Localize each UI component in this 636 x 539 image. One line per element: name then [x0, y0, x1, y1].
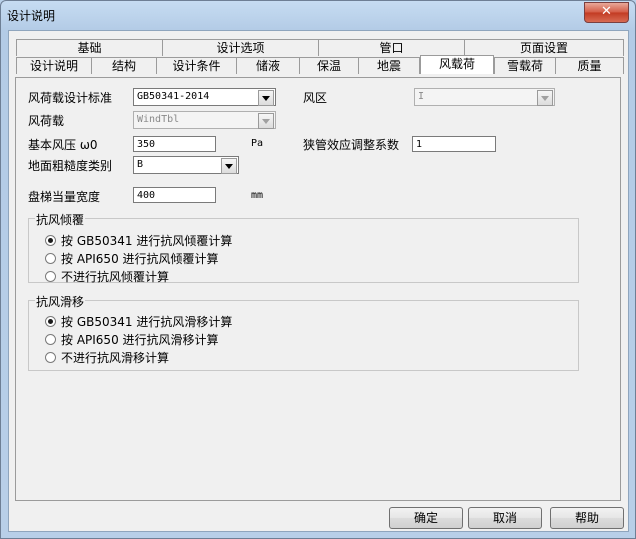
radio-label: 按 GB50341 进行抗风滑移计算 — [61, 315, 233, 329]
wind-zone-select: I — [414, 88, 555, 106]
overturn-group: 抗风倾覆 按 GB50341 进行抗风倾覆计算 按 API650 进行抗风倾覆计… — [28, 211, 579, 285]
standard-label: 风荷载设计标准 — [28, 91, 113, 105]
standard-value: GB50341-2014 — [137, 91, 210, 102]
wind-load-value: WindTbl — [137, 114, 180, 125]
tab-label: 风载荷 — [438, 57, 475, 71]
radio-label: 按 API650 进行抗风倾覆计算 — [61, 252, 219, 266]
ok-button[interactable]: 确定 — [389, 507, 463, 529]
tab-label: 设计说明 — [29, 59, 78, 73]
overturn-group-title: 抗风倾覆 — [35, 211, 86, 228]
pressure-label: 基本风压 ω0 — [28, 138, 98, 152]
radio-icon[interactable] — [45, 271, 56, 282]
tab-design-conditions[interactable]: 设计条件 — [156, 57, 237, 74]
tab-label: 结构 — [111, 59, 136, 73]
cancel-button[interactable]: 取消 — [468, 507, 542, 529]
radio-selected-icon[interactable] — [45, 316, 56, 327]
tab-label: 储液 — [255, 59, 280, 73]
sliding-option-api650[interactable]: 按 API650 进行抗风滑移计算 — [45, 331, 219, 348]
overturn-option-none[interactable]: 不进行抗风倾覆计算 — [45, 268, 169, 285]
pressure-unit: Pa — [251, 138, 264, 149]
sliding-option-gb50341[interactable]: 按 GB50341 进行抗风滑移计算 — [45, 313, 232, 330]
tab-label: 质量 — [577, 59, 602, 73]
close-button[interactable]: ✕ — [584, 2, 629, 23]
pipe-coef-input[interactable]: 1 — [412, 136, 496, 152]
tab-insulation[interactable]: 保温 — [299, 57, 359, 74]
dialog-client: 基础 设计选项 管口 页面设置 设计说明 结构 设计条件 储液 保温 地震 风载… — [8, 30, 629, 532]
chevron-down-icon — [537, 90, 553, 106]
wind-load-label: 风荷载 — [28, 114, 65, 128]
chevron-down-icon — [258, 113, 274, 129]
standard-select[interactable]: GB50341-2014 — [133, 88, 276, 106]
radio-icon[interactable] — [45, 334, 56, 345]
tab-label: 地震 — [376, 59, 401, 73]
roughness-label: 地面粗糙度类别 — [28, 159, 113, 173]
radio-label: 按 GB50341 进行抗风倾覆计算 — [61, 234, 233, 248]
pressure-input[interactable]: 350 — [133, 136, 216, 152]
roughness-value: B — [137, 159, 144, 170]
pipe-coef-label: 狭管效应调整系数 — [303, 138, 400, 152]
wind-zone-value: I — [418, 91, 425, 102]
tab-label: 页面设置 — [519, 41, 568, 55]
tab-earthquake[interactable]: 地震 — [358, 57, 420, 74]
tab-label: 保温 — [316, 59, 341, 73]
overturn-option-gb50341[interactable]: 按 GB50341 进行抗风倾覆计算 — [45, 232, 232, 249]
wind-load-panel: 风荷载设计标准 GB50341-2014 风区 I 风荷载 WindTbl 基本… — [15, 77, 621, 501]
radio-label: 不进行抗风倾覆计算 — [61, 270, 170, 284]
tab-foundation[interactable]: 基础 — [16, 39, 163, 56]
stair-width-label: 盘梯当量宽度 — [28, 190, 101, 204]
wind-load-select: WindTbl — [133, 111, 276, 129]
tab-label: 基础 — [77, 41, 102, 55]
roughness-select[interactable]: B — [133, 156, 239, 174]
chevron-down-icon[interactable] — [221, 158, 237, 174]
dialog-window: 设计说明 ✕ 基础 设计选项 管口 页面设置 设计说明 结构 设计条件 储液 保… — [0, 0, 636, 539]
tab-nozzle[interactable]: 管口 — [318, 39, 465, 56]
stair-width-unit: mm — [251, 190, 264, 201]
tab-label: 雪载荷 — [506, 59, 543, 73]
radio-icon[interactable] — [45, 352, 56, 363]
tab-mass[interactable]: 质量 — [555, 57, 624, 74]
help-button[interactable]: 帮助 — [550, 507, 624, 529]
sliding-option-none[interactable]: 不进行抗风滑移计算 — [45, 349, 169, 366]
tab-label: 设计选项 — [216, 41, 265, 55]
tab-label: 设计条件 — [172, 59, 221, 73]
sliding-group-title: 抗风滑移 — [35, 293, 86, 310]
tab-label: 管口 — [379, 41, 404, 55]
tab-snow-load[interactable]: 雪载荷 — [494, 57, 556, 74]
tab-liquid-storage[interactable]: 储液 — [236, 57, 300, 74]
stair-width-input[interactable]: 400 — [133, 187, 216, 203]
tab-design-description[interactable]: 设计说明 — [16, 57, 92, 74]
tab-structure[interactable]: 结构 — [91, 57, 157, 74]
window-title: 设计说明 — [7, 9, 56, 23]
overturn-option-api650[interactable]: 按 API650 进行抗风倾覆计算 — [45, 250, 219, 267]
radio-icon[interactable] — [45, 253, 56, 264]
sliding-group: 抗风滑移 按 GB50341 进行抗风滑移计算 按 API650 进行抗风滑移计… — [28, 293, 579, 371]
wind-zone-label: 风区 — [303, 91, 328, 105]
radio-label: 按 API650 进行抗风滑移计算 — [61, 333, 219, 347]
close-icon: ✕ — [601, 4, 612, 19]
radio-label: 不进行抗风滑移计算 — [61, 351, 170, 365]
tab-design-options[interactable]: 设计选项 — [162, 39, 319, 56]
chevron-down-icon[interactable] — [258, 90, 274, 106]
tab-page-setup[interactable]: 页面设置 — [464, 39, 624, 56]
title-bar[interactable]: 设计说明 ✕ — [1, 1, 635, 29]
tab-wind-load[interactable]: 风载荷 — [420, 55, 494, 74]
radio-selected-icon[interactable] — [45, 235, 56, 246]
